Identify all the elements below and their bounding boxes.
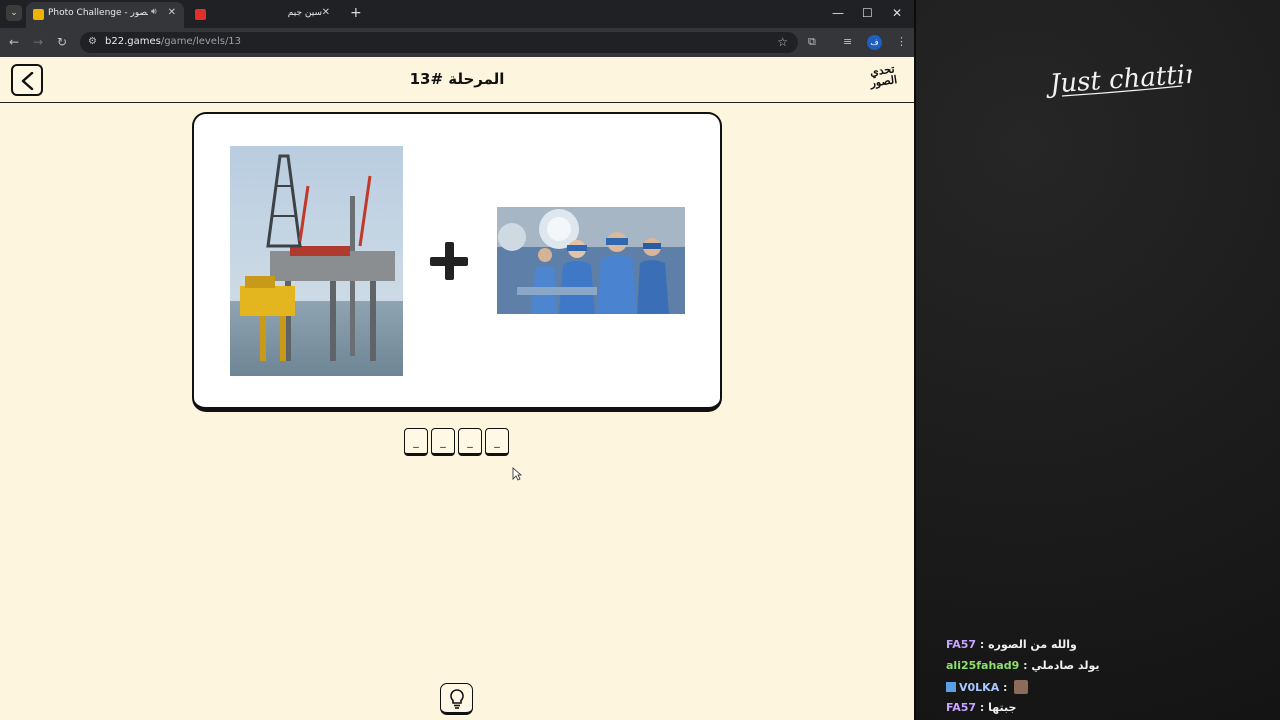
chat-username: V0LKA [959,681,1000,694]
favicon-icon [33,9,44,20]
reload-icon[interactable]: ↻ [57,35,67,49]
extensions-icon[interactable]: ⧉ [808,35,816,49]
answer-slot[interactable]: _ [458,428,482,456]
answer-slot[interactable]: _ [404,428,428,456]
new-tab-icon[interactable]: + [350,5,362,21]
game-logo[interactable]: تحدي الصور [864,62,902,95]
tab-title: سين جيم [287,8,322,18]
chat-text: جبتها [988,701,1017,714]
minimize-icon[interactable]: — [832,6,844,20]
game-page: المرحلة #13 تحدي الصور _ _ _ _ [0,57,914,720]
logo-text: تحدي الصور [869,62,899,90]
chat-message: V0LKA : [946,680,1266,701]
chat-separator: : [1019,659,1032,672]
address-bar[interactable]: ⚙ b22.games/game/levels/13 ☆ [80,32,798,53]
mouse-cursor-icon [512,467,522,481]
tab-title: Photo Challenge - تحدي الصور [48,8,148,18]
chat-overlay: FA57 : والله من الصوره ali25fahad9 : يول… [946,638,1266,720]
media-controls-icon[interactable]: ≡ [843,35,852,48]
favicon-icon [195,9,206,20]
chat-separator: : [976,701,989,714]
url-text: b22.games/game/levels/13 [105,36,241,47]
answer-slot[interactable]: _ [431,428,455,456]
page-title: المرحلة #13 [409,70,505,88]
site-info-icon[interactable]: ⚙ [88,36,97,47]
oil-rig-image [230,146,403,376]
tab-bar: ⌄ Photo Challenge - تحدي الصور 🔊︎ ✕ سين … [0,0,914,28]
browser-toolbar: ← → ↻ ⚙ b22.games/game/levels/13 ☆ ⧉ ≡ ف… [0,28,914,57]
forward-arrow-icon[interactable]: → [33,35,43,49]
url-host: b22.games [105,36,161,47]
puzzle-card [192,112,722,412]
profile-avatar[interactable]: ف [867,35,882,50]
chat-message: FA57 : والله من الصوره [946,638,1266,659]
close-tab-icon[interactable]: ✕ [168,7,176,18]
surgeons-image [497,207,685,314]
chat-username: FA57 [946,638,977,651]
lightbulb-icon [450,689,464,709]
browser-window: ⌄ Photo Challenge - تحدي الصور 🔊︎ ✕ سين … [0,0,914,720]
svg-text:Just chatting: Just chatting [1044,58,1192,100]
chat-text: والله من الصوره [988,638,1077,651]
audio-playing-icon[interactable]: 🔊︎ [151,7,157,17]
close-tab-icon[interactable]: ✕ [322,7,330,18]
chat-separator: : [976,638,989,651]
answer-slot[interactable]: _ [485,428,509,456]
just-chatting-title: Just chatting [1044,58,1192,100]
page-header: المرحلة #13 تحدي الصور [0,57,914,103]
chat-text: يولد صادملي [1031,659,1100,672]
hint-button[interactable] [440,683,473,715]
chat-username: ali25fahad9 [946,659,1020,672]
back-arrow-icon[interactable]: ← [9,35,19,49]
stream-side-panel: Just chatting FA57 : والله من الصوره ali… [914,0,1280,720]
panel-divider [914,0,916,720]
maximize-icon[interactable]: ☐ [862,6,873,20]
plus-icon [430,242,470,282]
emote-icon [1014,680,1029,694]
chat-separator: : [999,681,1012,694]
more-menu-icon[interactable]: ⋮ [896,35,907,48]
screen: ⌄ Photo Challenge - تحدي الصور 🔊︎ ✕ سين … [0,0,1280,720]
bookmark-star-icon[interactable]: ☆ [777,35,788,49]
tab-photo-challenge[interactable]: Photo Challenge - تحدي الصور 🔊︎ ✕ [26,2,184,28]
answer-slots: _ _ _ _ [404,428,512,458]
chat-message: FA57 : جبتها [946,701,1266,720]
tab-seen-jeem[interactable]: سين جيم ✕ [188,2,338,28]
chat-username: FA57 [946,701,977,714]
close-window-icon[interactable]: ✕ [892,6,902,20]
subscriber-badge-icon [946,682,956,692]
url-path: /game/levels/13 [160,36,242,47]
tab-search-icon[interactable]: ⌄ [6,5,22,21]
chat-message: ali25fahad9 : يولد صادملي [946,659,1266,680]
